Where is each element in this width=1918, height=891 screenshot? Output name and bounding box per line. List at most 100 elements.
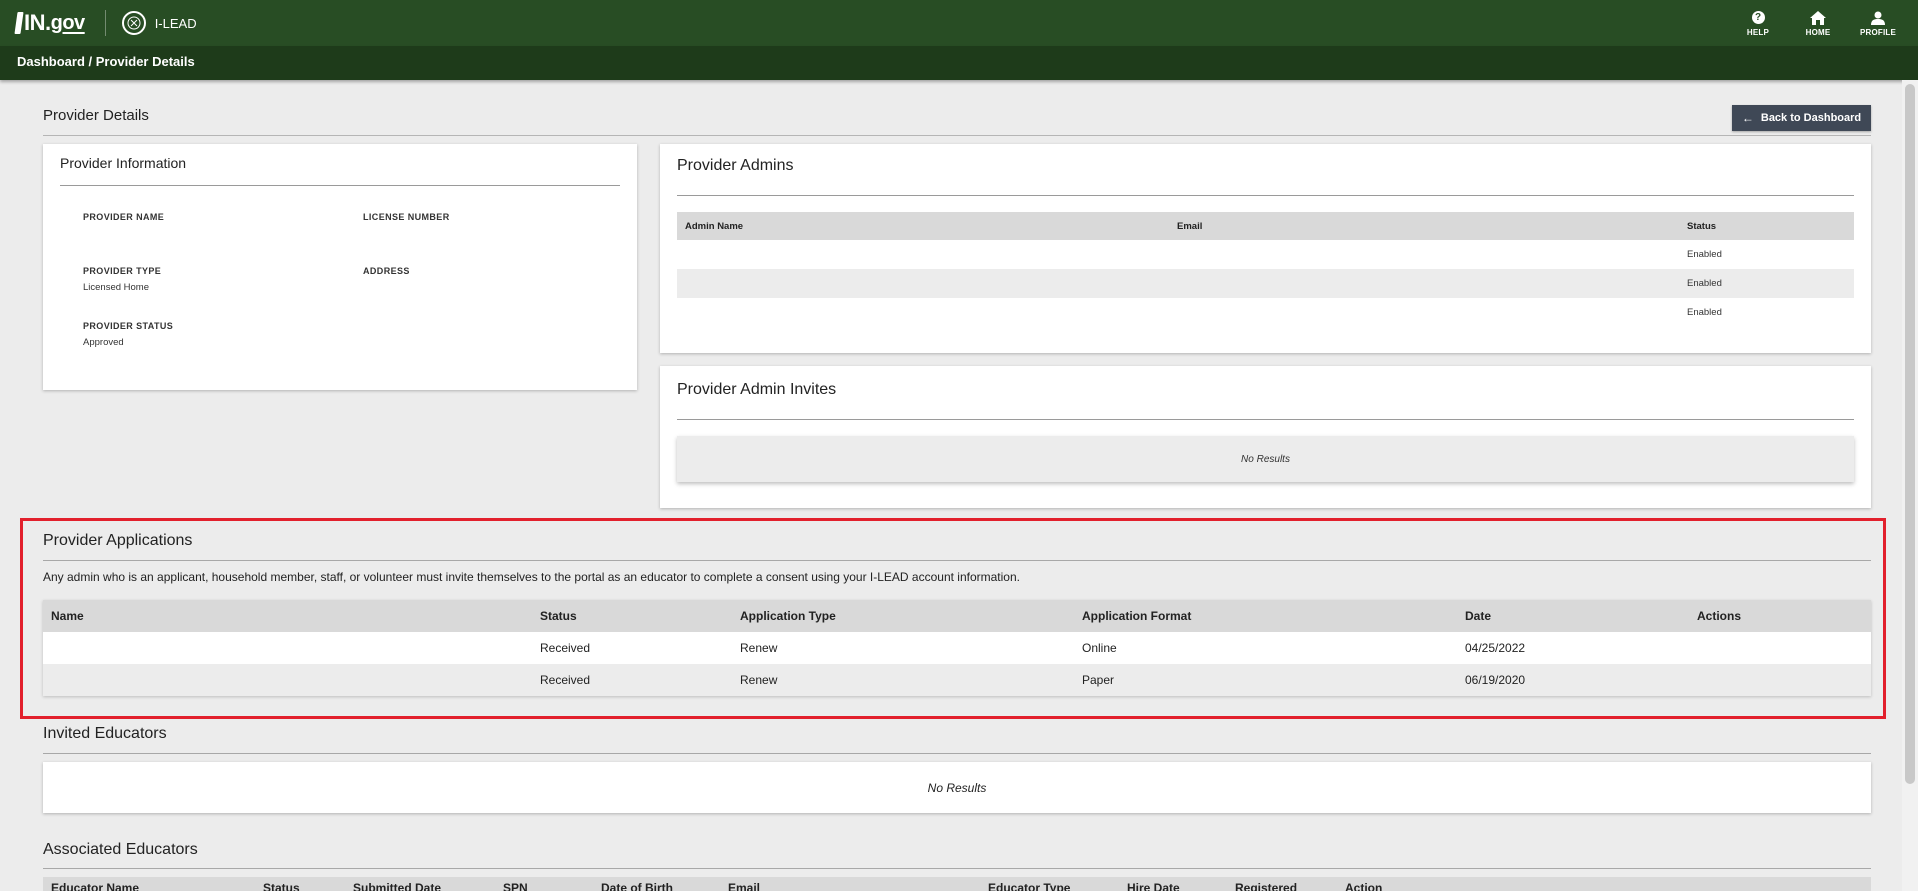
- page-title-divider: [43, 135, 1871, 136]
- home-button[interactable]: HOME: [1788, 8, 1848, 38]
- associated-educators-divider: [43, 868, 1871, 869]
- invited-educators-title: Invited Educators: [43, 725, 167, 742]
- registered-column-header[interactable]: Registered: [1235, 881, 1297, 891]
- educator-email-column-header[interactable]: Email: [728, 881, 760, 891]
- provider-name-label: PROVIDER NAME: [83, 212, 165, 222]
- associated-educators-header-row: Educator Name Status Submitted Date SPN …: [43, 877, 1871, 891]
- application-date-cell: 06/19/2020: [1457, 664, 1689, 696]
- table-row[interactable]: Enabled: [677, 269, 1854, 298]
- date-of-birth-column-header[interactable]: Date of Birth: [601, 881, 673, 891]
- brand-divider: [104, 10, 106, 36]
- app-name[interactable]: I-LEAD: [155, 16, 197, 31]
- provider-type-label: PROVIDER TYPE: [83, 266, 162, 276]
- profile-icon: [1871, 10, 1885, 26]
- application-format-cell: Online: [1074, 632, 1457, 664]
- state-seal-icon: [121, 11, 146, 35]
- application-format-cell: Paper: [1074, 664, 1457, 696]
- admin-name-cell: [677, 298, 1169, 327]
- table-row[interactable]: Enabled: [677, 298, 1854, 327]
- scrollbar-thumb[interactable]: [1905, 84, 1915, 784]
- help-label: HELP: [1746, 27, 1770, 37]
- profile-button[interactable]: PROFILE: [1848, 8, 1908, 38]
- help-button[interactable]: ? HELP: [1728, 8, 1788, 38]
- provider-admins-table: Admin Name Email Status Enabled Enabled: [677, 212, 1854, 327]
- educator-type-column-header[interactable]: Educator Type: [988, 881, 1070, 891]
- date-column-header[interactable]: Date: [1457, 600, 1689, 632]
- educator-action-column-header: Action: [1345, 881, 1383, 891]
- in-gov-logo-mark: [14, 12, 24, 34]
- main-content: Provider Details ← Back to Dashboard Pro…: [12, 92, 1902, 891]
- top-navigation-bar: IN. gov I-LEAD ? HELP HOME PROFILE: [0, 0, 1918, 46]
- educator-name-column-header[interactable]: Educator Name: [51, 881, 139, 891]
- home-icon: [1810, 10, 1826, 26]
- provider-information-card: Provider Information PROVIDER NAME LICEN…: [43, 144, 637, 390]
- admin-status-cell: Enabled: [1679, 269, 1854, 298]
- in-gov-logo-main: IN.: [24, 10, 51, 35]
- application-status-cell: Received: [532, 664, 732, 696]
- provider-admins-card: Provider Admins Admin Name Email Status …: [660, 144, 1871, 353]
- application-type-column-header[interactable]: Application Type: [732, 600, 1074, 632]
- admin-name-cell: [677, 240, 1169, 269]
- application-name-cell: [43, 664, 532, 696]
- invited-educators-card: No Results: [43, 762, 1871, 813]
- provider-admins-divider: [677, 195, 1854, 196]
- provider-applications-divider: [43, 560, 1871, 561]
- provider-admin-invites-empty: No Results: [677, 436, 1854, 482]
- back-to-dashboard-label: Back to Dashboard: [1760, 112, 1862, 124]
- status-column-header[interactable]: Status: [1679, 212, 1854, 240]
- admin-status-cell: Enabled: [1679, 240, 1854, 269]
- home-label: HOME: [1805, 27, 1831, 37]
- arrow-left-icon: ←: [1741, 111, 1754, 125]
- spn-column-header[interactable]: SPN: [503, 881, 528, 891]
- page-scrollbar[interactable]: [1902, 80, 1918, 891]
- application-type-cell: Renew: [732, 632, 1074, 664]
- admin-email-cell: [1169, 240, 1679, 269]
- application-date-cell: 04/25/2022: [1457, 632, 1689, 664]
- application-type-cell: Renew: [732, 664, 1074, 696]
- top-nav-actions: ? HELP HOME PROFILE: [1728, 8, 1908, 38]
- table-row[interactable]: Enabled: [677, 240, 1854, 269]
- breadcrumb-bar: Dashboard / Provider Details: [0, 46, 1918, 80]
- application-status-cell: Received: [532, 632, 732, 664]
- invited-educators-divider: [43, 753, 1871, 754]
- provider-information-title: Provider Information: [60, 155, 187, 171]
- back-to-dashboard-button[interactable]: ← Back to Dashboard: [1732, 105, 1871, 131]
- license-number-label: LICENSE NUMBER: [363, 212, 450, 222]
- profile-label: PROFILE: [1859, 27, 1897, 37]
- provider-type-value: Licensed Home: [83, 282, 150, 293]
- provider-admins-header-row: Admin Name Email Status: [677, 212, 1854, 240]
- address-label: ADDRESS: [363, 266, 410, 276]
- name-column-header[interactable]: Name: [43, 600, 532, 632]
- in-gov-logo[interactable]: IN. gov: [14, 10, 86, 36]
- status-column-header[interactable]: Status: [532, 600, 732, 632]
- breadcrumb-current: Provider Details: [95, 54, 195, 69]
- associated-educators-title: Associated Educators: [43, 841, 198, 858]
- hire-date-column-header[interactable]: Hire Date: [1127, 881, 1180, 891]
- admin-name-column-header[interactable]: Admin Name: [677, 212, 1169, 240]
- provider-applications-title: Provider Applications: [43, 532, 193, 549]
- provider-admins-title: Provider Admins: [677, 157, 794, 174]
- application-actions-cell[interactable]: [1689, 664, 1871, 696]
- email-column-header[interactable]: Email: [1169, 212, 1679, 240]
- admin-email-cell: [1169, 269, 1679, 298]
- table-row[interactable]: Received Renew Online 04/25/2022: [43, 632, 1871, 664]
- application-format-column-header[interactable]: Application Format: [1074, 600, 1457, 632]
- in-gov-logo-suffix: gov: [50, 11, 86, 34]
- provider-admin-invites-divider: [677, 419, 1854, 420]
- admin-email-cell: [1169, 298, 1679, 327]
- actions-column-header: Actions: [1689, 600, 1871, 632]
- provider-admin-invites-card: Provider Admin Invites No Results: [660, 366, 1871, 508]
- provider-applications-header-row: Name Status Application Type Application…: [43, 600, 1871, 632]
- brand: IN. gov I-LEAD: [14, 9, 197, 37]
- admin-status-cell: Enabled: [1679, 298, 1854, 327]
- application-actions-cell[interactable]: [1689, 632, 1871, 664]
- help-icon: ?: [1751, 10, 1765, 26]
- breadcrumb-dashboard-link[interactable]: Dashboard: [17, 54, 85, 69]
- submitted-date-column-header[interactable]: Submitted Date: [353, 881, 441, 891]
- table-row[interactable]: Received Renew Paper 06/19/2020: [43, 664, 1871, 696]
- educator-status-column-header[interactable]: Status: [263, 881, 300, 891]
- breadcrumb-separator: /: [84, 54, 96, 69]
- page-title: Provider Details: [43, 107, 149, 124]
- application-name-cell: [43, 632, 532, 664]
- breadcrumb: Dashboard / Provider Details: [17, 54, 195, 69]
